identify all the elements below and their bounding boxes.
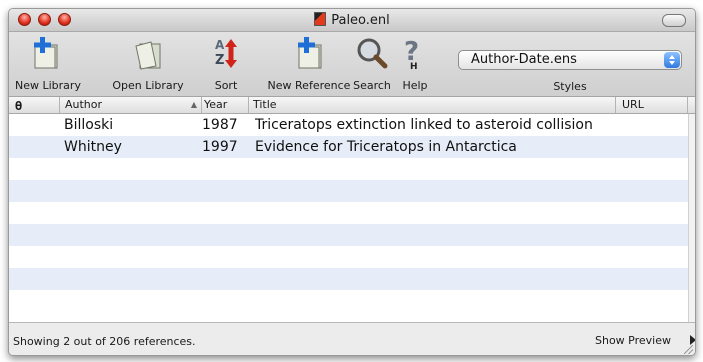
window-title: Paleo.enl <box>331 13 390 28</box>
svg-text:Z: Z <box>215 53 224 68</box>
empty-row <box>9 290 688 312</box>
row-title: Triceratops extinction linked to asteroi… <box>255 117 593 133</box>
sort-label: Sort <box>214 79 238 92</box>
new-reference-label: New Reference <box>267 79 351 92</box>
search-button[interactable]: Search <box>351 32 393 96</box>
empty-row <box>9 202 688 224</box>
search-label: Search <box>353 79 391 92</box>
url-header-label: URL <box>622 98 644 111</box>
sort-ascending-icon: ▲ <box>190 100 197 109</box>
disclosure-triangle-icon[interactable] <box>690 335 695 345</box>
toolbar: New Library Open Library A Z Sort New Re… <box>9 32 695 97</box>
show-preview-button[interactable]: Show Preview <box>595 334 671 347</box>
author-header-label: Author <box>65 98 103 111</box>
empty-row <box>9 158 688 180</box>
table-header: 𝛉 Author ▲ Year Title URL <box>9 97 695 114</box>
sort-icon: A Z <box>215 38 237 68</box>
reference-count-status: Showing 2 out of 206 references. <box>13 335 196 348</box>
search-icon <box>357 38 388 69</box>
svg-text:A: A <box>215 38 225 52</box>
empty-row <box>9 180 688 202</box>
year-column-header[interactable]: Year <box>202 97 249 113</box>
empty-row <box>9 246 688 268</box>
row-year: 1997 <box>202 139 238 155</box>
status-bar: Showing 2 out of 206 references. Show Pr… <box>9 322 695 355</box>
empty-row <box>9 224 688 246</box>
row-title: Evidence for Triceratops in Antarctica <box>255 139 517 155</box>
style-select-value: Author-Date.ens <box>471 52 577 67</box>
new-reference-icon <box>298 37 322 69</box>
attachment-column-header[interactable]: 𝛉 <box>9 97 60 113</box>
table-row[interactable]: Billoski 1987 Triceratops extinction lin… <box>9 114 688 136</box>
paperclip-icon: 𝛉 <box>15 99 23 113</box>
help-label: Help <box>402 79 428 92</box>
reference-list: Billoski 1987 Triceratops extinction lin… <box>9 114 688 322</box>
title-column-header[interactable]: Title <box>249 97 616 113</box>
document-icon <box>314 12 327 26</box>
svg-text:H: H <box>410 62 418 70</box>
vertical-scrollbar[interactable] <box>688 114 695 322</box>
year-header-label: Year <box>204 98 228 111</box>
help-button[interactable]: ? H Help <box>400 32 430 96</box>
row-year: 1987 <box>202 117 238 133</box>
sort-button[interactable]: A Z Sort <box>209 32 243 96</box>
title-header-label: Title <box>253 98 277 111</box>
resize-grip-icon[interactable] <box>684 345 693 354</box>
toolbar-toggle-button[interactable] <box>662 14 686 27</box>
table-row[interactable]: Whitney 1997 Evidence for Triceratops in… <box>9 136 688 158</box>
styles-label: Styles <box>553 80 587 93</box>
new-reference-button[interactable]: New Reference <box>267 32 351 96</box>
select-arrows-icon <box>664 52 680 68</box>
help-icon: ? H <box>404 37 419 70</box>
style-select[interactable]: Author-Date.ens <box>458 50 682 70</box>
row-author: Whitney <box>64 139 122 155</box>
new-library-icon <box>34 37 58 69</box>
author-column-header[interactable]: Author ▲ <box>60 97 202 113</box>
open-library-label: Open Library <box>112 79 184 92</box>
open-library-button[interactable]: Open Library <box>107 32 189 96</box>
endnote-window: Paleo.enl New Library Open Library A Z S… <box>8 8 696 356</box>
url-column-header[interactable]: URL <box>616 97 688 113</box>
window-title-area: Paleo.enl <box>9 12 695 29</box>
open-library-icon <box>135 41 161 70</box>
row-author: Billoski <box>64 117 114 133</box>
title-bar[interactable]: Paleo.enl <box>9 9 695 32</box>
new-library-label: New Library <box>15 79 81 92</box>
new-library-button[interactable]: New Library <box>15 32 81 96</box>
empty-row <box>9 268 688 290</box>
